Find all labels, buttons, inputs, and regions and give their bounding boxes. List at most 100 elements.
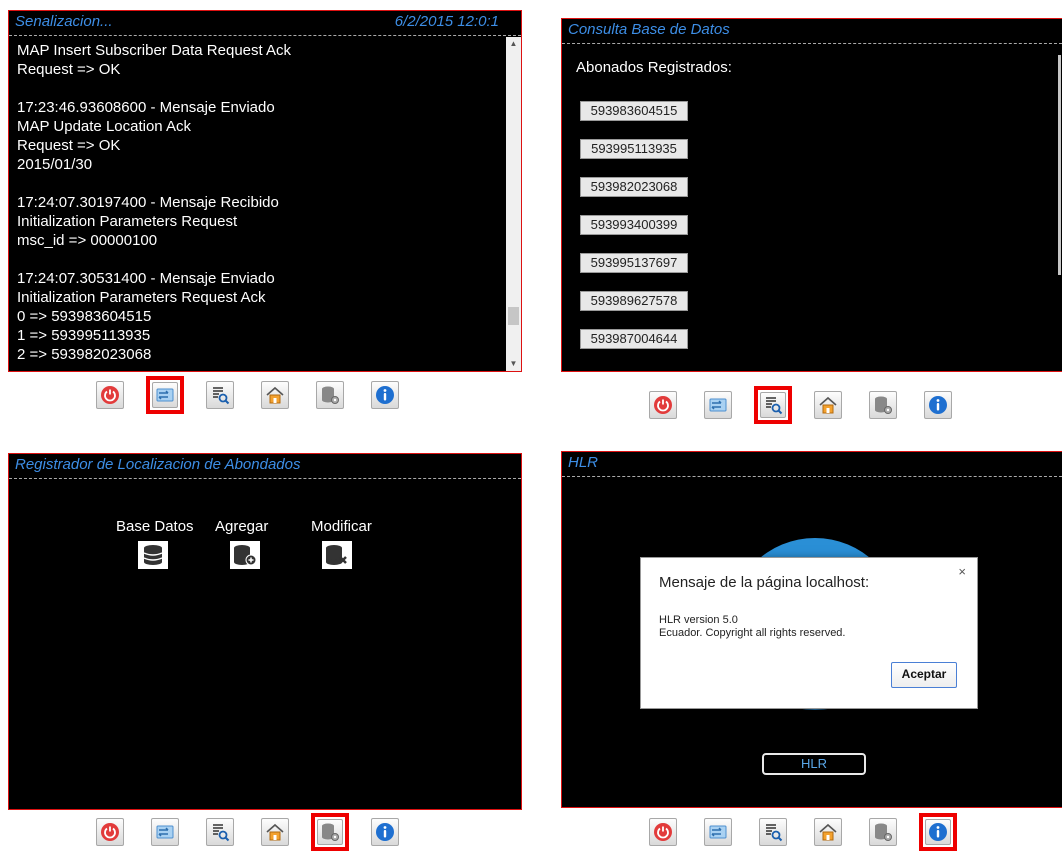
- subscriber-button[interactable]: 593982023068: [580, 177, 688, 197]
- log-line: msc_id => 00000100: [17, 232, 158, 249]
- signaling-icon: [704, 818, 732, 846]
- home-icon: [261, 381, 289, 409]
- subscriber-button[interactable]: 593989627578: [580, 291, 688, 311]
- alert-dialog: Mensaje de la página localhost: × HLR ve…: [640, 557, 978, 709]
- subscriber-button[interactable]: 593983604515: [580, 101, 688, 121]
- signaling-log: MAP Insert Subscriber Data Request Ack Re…: [17, 41, 504, 369]
- dialog-message: HLR version 5.0 Ecuador. Copyright all r…: [659, 614, 845, 640]
- log-line: 1 => 593995113935: [17, 327, 151, 344]
- log-line: Request => OK: [17, 137, 121, 154]
- subscriber-button[interactable]: 593995113935: [580, 139, 688, 159]
- db-settings-button[interactable]: [864, 813, 902, 851]
- log-line: Initialization Parameters Request Ack: [17, 289, 266, 306]
- database-icon[interactable]: [138, 541, 168, 569]
- log-line: 0 => 593983604515: [17, 308, 152, 325]
- log-line: 17:24:07.30531400 - Mensaje Enviado: [17, 270, 275, 287]
- subscribers-label: Abonados Registrados:: [576, 59, 732, 76]
- query-button[interactable]: [201, 376, 239, 414]
- signaling-button[interactable]: [146, 376, 184, 414]
- home-icon: [814, 818, 842, 846]
- scrollbar-thumb[interactable]: [1058, 55, 1061, 275]
- toolbar-info: [644, 813, 1004, 851]
- query-icon: [760, 392, 786, 418]
- scrollbar-thumb[interactable]: [508, 307, 519, 325]
- subscriber-button[interactable]: 593995137697: [580, 253, 688, 273]
- panel-title-bar: HLR: [562, 452, 1062, 477]
- hlr-registry-panel: Registrador de Localizacion de Abondados…: [8, 453, 522, 810]
- signaling-icon: [152, 382, 178, 408]
- info-button[interactable]: [919, 813, 957, 851]
- query-icon: [206, 381, 234, 409]
- panel-title: Registrador de Localizacion de Abondados: [15, 456, 301, 473]
- power-button[interactable]: [644, 813, 682, 851]
- power-button[interactable]: [644, 386, 682, 424]
- log-line: 17:23:46.93608600 - Mensaje Enviado: [17, 99, 275, 116]
- menu-label-agregar: Agregar: [215, 518, 269, 535]
- subscriber-button[interactable]: 593993400399: [580, 215, 688, 235]
- info-button[interactable]: [366, 376, 404, 414]
- database-query-panel: Consulta Base de Datos Abonados Registra…: [561, 18, 1062, 372]
- power-button[interactable]: [91, 813, 129, 851]
- log-line: 2 => 593982023068: [17, 346, 152, 363]
- accept-button[interactable]: Aceptar: [891, 662, 957, 688]
- db-settings-button[interactable]: [311, 376, 349, 414]
- info-icon: [925, 819, 951, 845]
- vertical-scrollbar[interactable]: ▲ ▼: [506, 37, 521, 371]
- database-delete-icon[interactable]: [322, 541, 352, 569]
- signaling-icon: [151, 818, 179, 846]
- query-button[interactable]: [201, 813, 239, 851]
- menu-label-base-datos: Base Datos: [116, 518, 194, 535]
- query-icon: [759, 818, 787, 846]
- home-icon: [261, 818, 289, 846]
- log-line: MAP Update Location Ack: [17, 118, 191, 135]
- hlr-button[interactable]: HLR: [762, 753, 866, 775]
- toolbar-registry: [91, 813, 451, 851]
- info-button[interactable]: [366, 813, 404, 851]
- database-add-icon[interactable]: [230, 541, 260, 569]
- db-settings-button[interactable]: [864, 386, 902, 424]
- panel-title: Consulta Base de Datos: [568, 21, 730, 38]
- datetime-label: 6/2/2015 12:0:1: [394, 13, 499, 30]
- info-button[interactable]: [919, 386, 957, 424]
- home-button[interactable]: [809, 386, 847, 424]
- toolbar-signaling: [91, 376, 451, 414]
- db-settings-button[interactable]: [311, 813, 349, 851]
- home-button[interactable]: [256, 813, 294, 851]
- log-line: MAP Insert Subscriber Data Request Ack: [17, 42, 292, 59]
- panel-title: HLR: [568, 454, 599, 471]
- dialog-message-line: HLR version 5.0: [659, 614, 738, 626]
- panel-title-bar: Registrador de Localizacion de Abondados: [9, 454, 521, 479]
- log-line: 2015/01/30: [17, 156, 93, 173]
- scroll-up-icon[interactable]: ▲: [506, 37, 521, 51]
- power-button[interactable]: [91, 376, 129, 414]
- signaling-button[interactable]: [699, 386, 737, 424]
- home-button[interactable]: [256, 376, 294, 414]
- signaling-button[interactable]: [699, 813, 737, 851]
- scroll-down-icon[interactable]: ▼: [506, 357, 521, 371]
- db-settings-icon: [317, 819, 343, 845]
- subscriber-button[interactable]: 593987004644: [580, 329, 688, 349]
- home-button[interactable]: [809, 813, 847, 851]
- dialog-message-line: Ecuador. Copyright all rights reserved.: [659, 627, 846, 639]
- signaling-button[interactable]: [146, 813, 184, 851]
- signaling-panel: Senalizacion... 6/2/2015 12:0:1 MAP Inse…: [8, 10, 522, 372]
- query-button[interactable]: [754, 386, 792, 424]
- db-settings-icon: [869, 391, 897, 419]
- query-icon: [206, 818, 234, 846]
- log-line: 17:24:07.30197400 - Mensaje Recibido: [17, 194, 279, 211]
- query-button[interactable]: [754, 813, 792, 851]
- log-line: Request => OK: [17, 61, 121, 78]
- power-icon: [96, 818, 124, 846]
- menu-label-modificar: Modificar: [311, 518, 372, 535]
- power-icon: [96, 381, 124, 409]
- panel-title: Senalizacion...: [15, 13, 113, 30]
- info-icon: [371, 381, 399, 409]
- panel-title-bar: Senalizacion... 6/2/2015 12:0:1: [9, 11, 521, 36]
- db-settings-icon: [869, 818, 897, 846]
- vertical-scrollbar[interactable]: [1056, 45, 1062, 371]
- power-icon: [649, 391, 677, 419]
- power-icon: [649, 818, 677, 846]
- close-icon[interactable]: ×: [958, 564, 966, 579]
